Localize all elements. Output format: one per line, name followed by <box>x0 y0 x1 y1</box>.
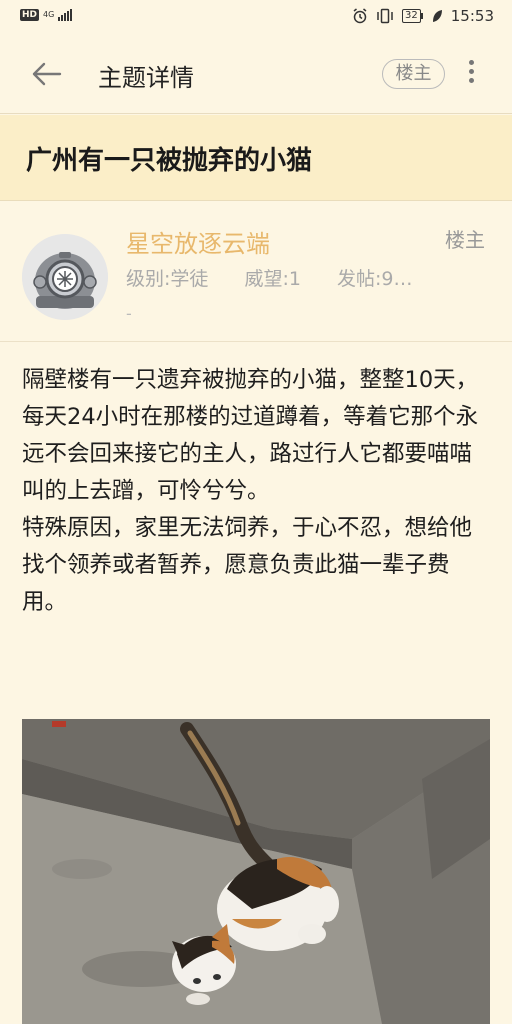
owner-tag: 楼主 <box>445 228 485 252</box>
author-name[interactable]: 星空放逐云端 <box>126 224 270 259</box>
status-bar: HD 4G 32 15:53 <box>0 0 512 34</box>
avatar[interactable] <box>22 234 108 320</box>
signal-icon <box>58 9 73 21</box>
page-title: 主题详情 <box>98 64 194 92</box>
vibrate-icon <box>377 8 393 24</box>
more-vertical-icon <box>462 60 480 83</box>
post-paragraph: 特殊原因，家里无法饲养，于心不忍，想给他找个领养或者暂养，愿意负责此猫一辈子费用… <box>22 515 473 615</box>
cat-photo <box>22 719 490 1024</box>
battery-icon: 32 <box>402 9 423 23</box>
status-right: 32 15:53 <box>352 7 494 25</box>
post-content: 隔壁楼有一只遗弃被抛弃的小猫，整整10天，每天24小时在那楼的过道蹲着，等着它那… <box>22 362 492 621</box>
hd-icon: HD <box>20 9 40 21</box>
clock: 15:53 <box>450 7 494 25</box>
more-button[interactable] <box>462 56 480 92</box>
author-level: 级别:学徒 <box>126 268 209 290</box>
back-button[interactable] <box>30 58 64 90</box>
post-paragraph: 隔壁楼有一只遗弃被抛弃的小猫，整整10天，每天24小时在那楼的过道蹲着，等着它那… <box>22 367 479 504</box>
status-left: HD 4G <box>20 9 73 21</box>
diving-helmet-avatar-icon <box>22 234 108 320</box>
post-image[interactable] <box>22 719 490 1024</box>
author-posts: 发帖:9… <box>337 268 413 290</box>
only-owner-button[interactable]: 楼主 <box>382 59 445 89</box>
alarm-icon <box>353 8 367 24</box>
author-card: 星空放逐云端 楼主 级别:学徒 威望:1 发帖:9… - <box>0 202 512 342</box>
leaf-icon <box>432 10 442 22</box>
author-prestige: 威望:1 <box>244 268 301 290</box>
network-type: 4G <box>43 10 55 19</box>
thread-title: 广州有一只被抛弃的小猫 <box>26 146 313 176</box>
thread-title-bar: 广州有一只被抛弃的小猫 <box>0 115 512 201</box>
author-meta: 级别:学徒 威望:1 发帖:9… <box>126 264 443 291</box>
app-bar: 主题详情 楼主 <box>0 34 512 114</box>
author-extra: - <box>126 304 132 323</box>
battery-level: 32 <box>402 9 421 23</box>
arrow-left-icon <box>32 62 62 86</box>
